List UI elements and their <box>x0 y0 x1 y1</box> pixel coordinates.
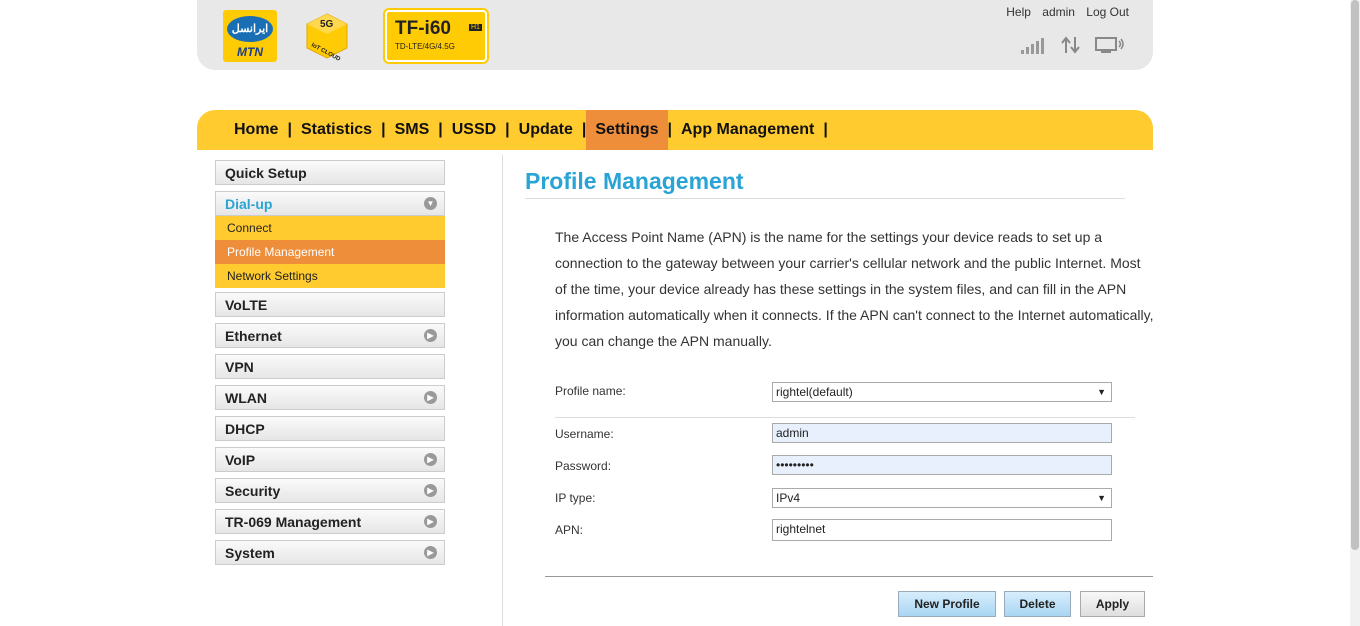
nav-item-label: Statistics <box>300 121 373 138</box>
device-model: TF-i60 <box>395 18 451 39</box>
device-subtitle: TD-LTE/4G/4.5G <box>395 42 455 51</box>
submenu-item-profile-management[interactable]: Profile Management <box>215 240 445 264</box>
title-underline <box>525 198 1125 199</box>
apply-button[interactable]: Apply <box>1080 591 1145 617</box>
page-description: The Access Point Name (APN) is the name … <box>555 229 1154 349</box>
sidebar: Quick Setup Dial-up ▼ Connect Profile Ma… <box>215 160 445 571</box>
dialup-submenu: Connect Profile Management Network Setti… <box>215 216 445 288</box>
sidebar-item-label: System <box>225 545 275 561</box>
chevron-right-icon: ▶ <box>424 546 437 559</box>
sidebar-item-label: Dial-up <box>225 196 273 212</box>
sidebar-item-tr-069-management[interactable]: TR-069 Management ▶ <box>215 509 445 534</box>
nav-item-label: SMS <box>394 121 430 138</box>
sidebar-item-label: VoLTE <box>225 297 268 313</box>
chevron-down-icon: ▼ <box>424 197 437 210</box>
delete-button[interactable]: Delete <box>1004 591 1071 617</box>
password-value: ••••••••• <box>776 458 814 472</box>
nav-item-ussd[interactable]: USSD | <box>443 110 510 150</box>
content-divider <box>502 155 503 626</box>
sidebar-item-label: Quick Setup <box>225 165 307 181</box>
apn-value: rightelnet <box>776 522 826 536</box>
sidebar-item-system[interactable]: System ▶ <box>215 540 445 565</box>
sidebar-item-label: VoIP <box>225 452 256 468</box>
nav-item-label: Home <box>234 121 279 138</box>
device-badge: H1 <box>469 24 482 31</box>
username-value: admin <box>776 426 809 440</box>
sidebar-item-label: Security <box>225 483 281 499</box>
nav-item-sms[interactable]: SMS | <box>386 110 443 150</box>
sidebar-item-volte[interactable]: VoLTE <box>215 292 445 317</box>
chevron-right-icon: ▶ <box>424 453 437 466</box>
chevron-right-icon: ▶ <box>424 391 437 404</box>
mtn-logo: ایرانسل MTN <box>223 10 277 62</box>
sidebar-item-quick-setup[interactable]: Quick Setup <box>215 160 445 185</box>
sidebar-item-wlan[interactable]: WLAN ▶ <box>215 385 445 410</box>
sidebar-item-dialup[interactable]: Dial-up ▼ <box>215 191 445 216</box>
sidebar-item-label: WLAN <box>225 390 267 406</box>
nav-item-settings[interactable]: Settings | <box>586 110 672 150</box>
sidebar-item-security[interactable]: Security ▶ <box>215 478 445 503</box>
nav-item-label: Settings <box>586 110 668 150</box>
nav-item-home[interactable]: Home | <box>225 110 292 150</box>
username-input[interactable]: admin <box>772 423 1112 443</box>
pc-connection-icon <box>1095 37 1124 53</box>
mtn-logo-text: ایرانسل <box>227 16 273 42</box>
main-nav: Home | Statistics | SMS | USSD | Update | Settings… <box>197 110 1153 150</box>
transfer-icon <box>1061 36 1080 54</box>
scrollbar-thumb[interactable] <box>1351 0 1359 550</box>
apn-input[interactable]: rightelnet <box>772 519 1112 541</box>
sidebar-item-voip[interactable]: VoIP ▶ <box>215 447 445 472</box>
nav-separator: | <box>823 121 828 138</box>
sidebar-item-dhcp[interactable]: DHCP <box>215 416 445 441</box>
submenu-item-connect[interactable]: Connect <box>215 216 445 240</box>
password-label: Password: <box>555 459 612 473</box>
new-profile-button[interactable]: New Profile <box>898 591 996 617</box>
chevron-right-icon: ▶ <box>424 484 437 497</box>
mtn-logo-brand: MTN <box>237 45 263 59</box>
form-footer-divider <box>545 576 1153 577</box>
profile-name-label: Profile name: <box>555 384 626 398</box>
nav-item-update[interactable]: Update | <box>510 110 587 150</box>
sidebar-item-label: VPN <box>225 359 254 375</box>
sidebar-item-label: TR-069 Management <box>225 514 362 530</box>
form-divider <box>555 417 1135 418</box>
nav-item-app-management[interactable]: App Management | <box>672 110 828 150</box>
status-icons <box>1021 36 1125 54</box>
chevron-right-icon: ▶ <box>424 515 437 528</box>
profile-name-select[interactable]: rightel(default) <box>772 382 1112 402</box>
ip-type-label: IP type: <box>555 491 596 505</box>
page-scrollbar[interactable] <box>1350 0 1360 626</box>
nav-item-label: App Management <box>680 121 815 138</box>
page-title: Profile Management <box>525 168 744 194</box>
nav-item-statistics[interactable]: Statistics | <box>292 110 386 150</box>
username-label: Username: <box>555 427 614 441</box>
sidebar-item-vpn[interactable]: VPN <box>215 354 445 379</box>
chevron-right-icon: ▶ <box>424 329 437 342</box>
nav-item-label: USSD <box>451 121 497 138</box>
sidebar-item-ethernet[interactable]: Ethernet ▶ <box>215 323 445 348</box>
password-input[interactable]: ••••••••• <box>772 455 1112 475</box>
header: ایرانسل MTN 5G IoT CLOUD TF-i60 H1 TD-LT… <box>197 0 1153 70</box>
iot-cloud-logo: 5G IoT CLOUD <box>303 10 351 63</box>
sidebar-item-label: DHCP <box>225 421 265 437</box>
ip-type-value: IPv4 <box>776 491 801 505</box>
signal-icon <box>1021 38 1044 54</box>
logout-link[interactable]: Log Out <box>1086 5 1129 19</box>
nav-item-label: Update <box>518 121 573 138</box>
profile-name-value: rightel(default) <box>776 385 853 399</box>
sidebar-item-label: Ethernet <box>225 328 282 344</box>
cube-logo-top: 5G <box>320 19 334 30</box>
submenu-item-network-settings[interactable]: Network Settings <box>215 264 445 288</box>
device-logo: TF-i60 H1 TD-LTE/4G/4.5G <box>385 10 487 62</box>
top-links: Help admin Log Out <box>998 5 1129 19</box>
user-link[interactable]: admin <box>1042 5 1075 19</box>
apn-label: APN: <box>555 523 584 537</box>
help-link[interactable]: Help <box>1006 5 1031 19</box>
ip-type-select[interactable]: IPv4 <box>772 488 1112 508</box>
